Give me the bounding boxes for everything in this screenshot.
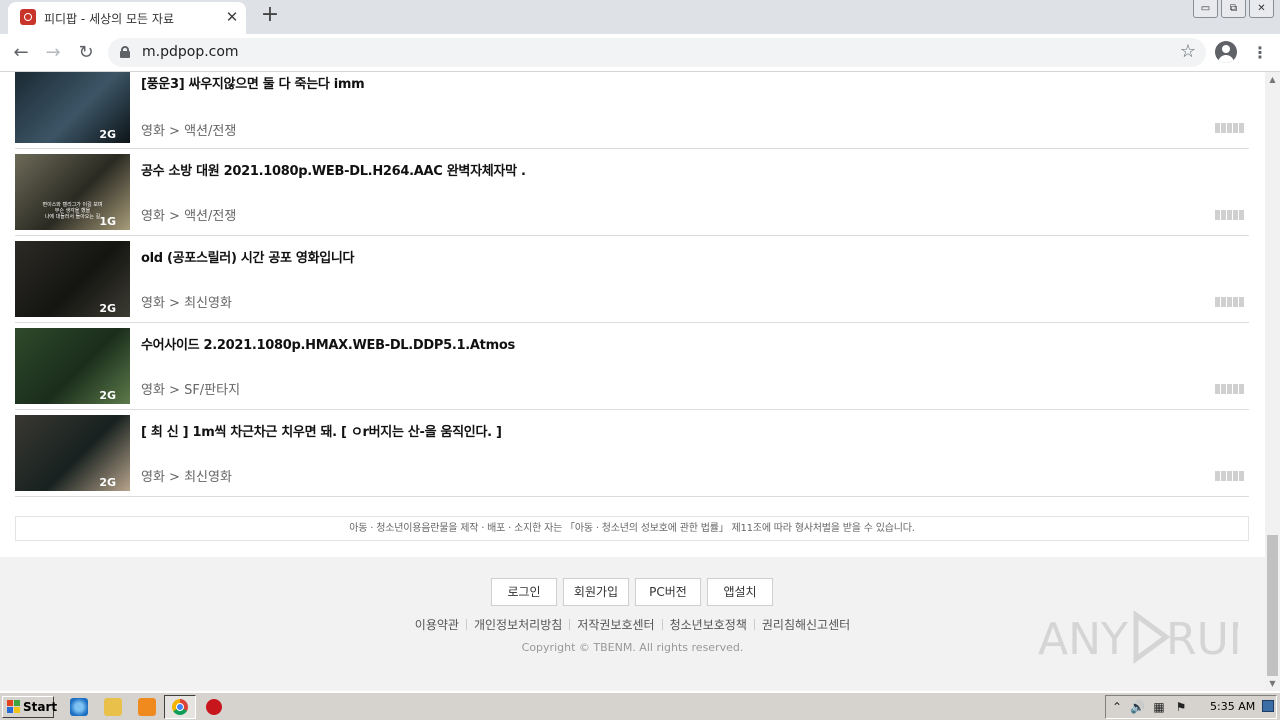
post-thumbnail[interactable]: 2G	[15, 72, 130, 143]
browser-menu-icon[interactable]: ⋮	[1252, 43, 1268, 63]
show-desktop-icon[interactable]	[1262, 700, 1274, 712]
rating-bars	[1215, 384, 1244, 394]
windows-logo-icon	[7, 700, 21, 714]
restore-button[interactable]: ⧉	[1221, 0, 1246, 18]
youth-protection-notice: 아동 · 청소년이용음란물을 제작 · 배포 · 소지한 자는 「아동 · 청소…	[15, 516, 1249, 541]
post-thumbnail[interactable]: 편이스와 캘리그가 이길 보며 무슨 생각을 했을 나에 대들러서 돌아오는 길…	[15, 154, 130, 230]
post-list-item[interactable]: 2G old (공포스릴러) 시간 공포 영화입니다 영화 > 최신영화	[15, 236, 1249, 323]
windows-taskbar: Start ⌃ 🔊 ▦ ⚑ 5:35 AM	[0, 692, 1280, 720]
new-tab-button[interactable]: +	[260, 4, 280, 27]
tab-title: 피디팝 - 세상의 모든 자료	[44, 12, 174, 26]
post-category: 영화 > 액션/전쟁	[141, 209, 237, 224]
forward-arrow-icon[interactable]: →	[41, 41, 65, 65]
footer-link-terms[interactable]: 이용약관	[415, 618, 459, 632]
minimize-button[interactable]: ▭	[1193, 0, 1218, 18]
svg-text:ANY: ANY	[1038, 614, 1128, 665]
footer-link-rights-report[interactable]: 권리침해신고센터	[762, 618, 850, 632]
post-category: 영화 > 최신영화	[141, 296, 232, 311]
back-arrow-icon[interactable]: ←	[9, 41, 33, 65]
chrome-taskbar-button[interactable]	[164, 695, 196, 719]
post-list-item[interactable]: 2G [풍운3] 싸우지않으면 둘 다 죽는다 imm 영화 > 액션/전쟁	[15, 72, 1249, 149]
stop-alert-icon[interactable]	[206, 699, 222, 715]
post-list: 2G [풍운3] 싸우지않으면 둘 다 죽는다 imm 영화 > 액션/전쟁 편…	[15, 72, 1249, 497]
start-button[interactable]: Start	[2, 696, 57, 718]
page-footer: 로그인 회원가입 PC버전 앱설치 이용약관 개인정보처리방침 저작권보호센터 청소년…	[0, 557, 1265, 691]
post-thumbnail[interactable]: 2G	[15, 415, 130, 491]
post-title[interactable]: [풍운3] 싸우지않으면 둘 다 죽는다 imm	[141, 73, 365, 92]
tab-close-icon[interactable]: ✕	[224, 8, 240, 26]
post-list-item[interactable]: 2G [ 최 신 ] 1m씩 차근차근 치우면 돼. [ ㅇr버지는 산-을 움…	[15, 410, 1249, 497]
volume-icon[interactable]: 🔊	[1130, 700, 1145, 714]
scroll-thumb[interactable]	[1267, 535, 1278, 676]
clock: 5:35 AM	[1210, 700, 1256, 713]
close-window-button[interactable]: ✕	[1249, 0, 1274, 18]
file-size-badge: 2G	[99, 128, 116, 141]
app-install-button[interactable]: 앱설치	[707, 578, 773, 606]
footer-link-copyright-center[interactable]: 저작권보호센터	[577, 618, 654, 632]
file-size-badge: 2G	[99, 302, 116, 315]
post-thumbnail[interactable]: 2G	[15, 241, 130, 317]
file-size-badge: 2G	[99, 389, 116, 402]
svg-text:RUN: RUN	[1166, 614, 1238, 665]
browser-toolbar: ← → ↻ m.pdpop.com ☆ ⋮	[0, 34, 1280, 72]
footer-link-youth-policy[interactable]: 청소년보호정책	[670, 618, 747, 632]
browser-tab[interactable]: 피디팝 - 세상의 모든 자료 ✕	[8, 2, 246, 34]
post-title[interactable]: 공수 소방 대원 2021.1080p.WEB-DL.H264.AAC 완벽자체…	[141, 160, 526, 179]
file-size-badge: 1G	[99, 215, 116, 228]
site-favicon-icon	[20, 9, 36, 25]
login-button[interactable]: 로그인	[491, 578, 557, 606]
post-thumbnail[interactable]: 2G	[15, 328, 130, 404]
post-list-item[interactable]: 2G 수어사이드 2.2021.1080p.HMAX.WEB-DL.DDP5.1…	[15, 323, 1249, 410]
system-tray: ⌃ 🔊 ▦ ⚑ 5:35 AM	[1105, 695, 1277, 719]
post-list-item[interactable]: 편이스와 캘리그가 이길 보며 무슨 생각을 했을 나에 대들러서 돌아오는 길…	[15, 149, 1249, 236]
rating-bars	[1215, 297, 1244, 307]
internet-explorer-icon[interactable]	[70, 698, 88, 716]
address-bar[interactable]: m.pdpop.com ☆	[108, 38, 1206, 67]
anyrun-watermark-logo: ANY RUN	[1038, 607, 1262, 667]
lock-icon[interactable]	[120, 46, 130, 58]
post-title[interactable]: old (공포스릴러) 시간 공포 영화입니다	[141, 247, 355, 266]
pc-version-button[interactable]: PC버전	[635, 578, 701, 606]
folder-icon[interactable]	[104, 698, 122, 716]
tray-expand-icon[interactable]: ⌃	[1110, 700, 1124, 714]
post-title[interactable]: [ 최 신 ] 1m씩 차근차근 치우면 돼. [ ㅇr버지는 산-을 움직인다…	[141, 421, 502, 440]
vertical-scrollbar[interactable]: ▲ ▼	[1265, 72, 1280, 691]
footer-buttons: 로그인 회원가입 PC버전 앱설치	[491, 578, 773, 606]
post-category: 영화 > 액션/전쟁	[141, 124, 237, 139]
page-viewport: 2G [풍운3] 싸우지않으면 둘 다 죽는다 imm 영화 > 액션/전쟁 편…	[0, 72, 1265, 691]
post-category: 영화 > 최신영화	[141, 470, 232, 485]
media-player-icon[interactable]	[138, 698, 156, 716]
file-size-badge: 2G	[99, 476, 116, 489]
rating-bars	[1215, 210, 1244, 220]
action-center-flag-icon[interactable]: ⚑	[1174, 700, 1188, 714]
profile-avatar-icon[interactable]	[1215, 41, 1237, 63]
reload-icon[interactable]: ↻	[74, 41, 98, 65]
footer-link-privacy[interactable]: 개인정보처리방침	[474, 618, 562, 632]
scroll-down-arrow-icon[interactable]: ▼	[1265, 676, 1280, 691]
network-icon[interactable]: ▦	[1152, 700, 1166, 714]
rating-bars	[1215, 123, 1244, 133]
scroll-up-arrow-icon[interactable]: ▲	[1265, 72, 1280, 87]
post-category: 영화 > SF/판타지	[141, 383, 241, 398]
tab-strip: 피디팝 - 세상의 모든 자료 ✕ + ▭ ⧉ ✕	[0, 0, 1280, 34]
rating-bars	[1215, 471, 1244, 481]
bookmark-star-icon[interactable]: ☆	[1180, 41, 1196, 62]
window-controls: ▭ ⧉ ✕	[1193, 0, 1274, 20]
url-text[interactable]: m.pdpop.com	[142, 44, 239, 60]
signup-button[interactable]: 회원가입	[563, 578, 629, 606]
chrome-icon	[172, 699, 188, 715]
post-title[interactable]: 수어사이드 2.2021.1080p.HMAX.WEB-DL.DDP5.1.At…	[141, 334, 515, 353]
